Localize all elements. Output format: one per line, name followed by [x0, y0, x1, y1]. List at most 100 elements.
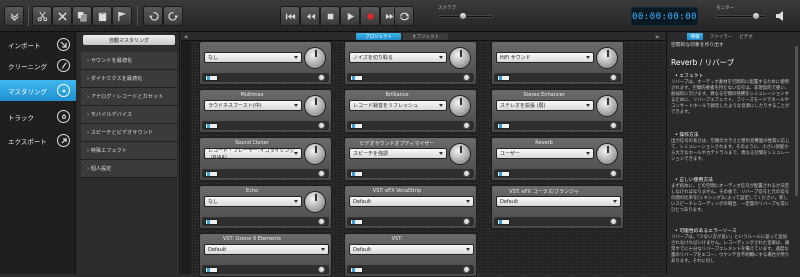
flag-icon[interactable]	[112, 6, 132, 26]
category-item[interactable]: › ダイナミクスを最適化	[81, 70, 177, 88]
info-content: 空間的な印象を作り出す Reverb / リバーブ • エフェクト リバーブは、…	[667, 43, 800, 274]
amount-knob[interactable]	[304, 143, 326, 165]
preset-dropdown[interactable]: Default	[349, 196, 474, 207]
bypass-toggle[interactable]	[350, 218, 363, 225]
settings-icon[interactable]	[318, 266, 325, 273]
category-item[interactable]: › アナログ・レコードとカセット	[81, 88, 177, 106]
speaker-icon[interactable]	[775, 10, 787, 24]
effect-card: Reverb ユーザー	[491, 137, 624, 181]
bypass-toggle[interactable]	[205, 218, 218, 225]
category-item[interactable]: › 特殊エフェクト	[81, 142, 177, 160]
settings-icon[interactable]	[610, 122, 617, 129]
settings-icon[interactable]	[318, 170, 325, 177]
settings-icon[interactable]	[318, 122, 325, 129]
record-icon[interactable]	[360, 6, 380, 26]
nav-item-export[interactable]: エクスポート	[0, 130, 76, 151]
amount-knob[interactable]	[449, 143, 471, 165]
settings-icon[interactable]	[318, 74, 325, 81]
tab-project[interactable]: プロジェクト	[356, 33, 401, 40]
bypass-toggle[interactable]	[350, 74, 363, 81]
menu-icon[interactable]	[4, 6, 24, 26]
amount-knob[interactable]	[449, 47, 471, 69]
delete-icon[interactable]	[52, 6, 72, 26]
settings-icon[interactable]	[463, 74, 470, 81]
card-footer	[347, 169, 474, 178]
preset-dropdown[interactable]: スピーチを強調	[349, 148, 447, 159]
bypass-toggle[interactable]	[497, 218, 510, 225]
settings-icon[interactable]	[318, 218, 325, 225]
category-item[interactable]: › スピーチとビデオサウンド	[81, 124, 177, 142]
redo-icon[interactable]	[163, 6, 183, 26]
preset-dropdown[interactable]: ユーザー	[496, 148, 594, 159]
amount-knob[interactable]	[596, 47, 618, 69]
category-item[interactable]: › 個人設定	[81, 160, 177, 178]
effect-card: Echo なし	[199, 185, 332, 229]
tab-filer[interactable]: ファイラー	[707, 33, 735, 40]
bypass-toggle[interactable]	[497, 74, 510, 81]
play-icon[interactable]	[340, 6, 360, 26]
settings-icon[interactable]	[463, 218, 470, 225]
preset-dropdown[interactable]: レコード録音をリフレッシュ	[349, 100, 447, 111]
settings-icon[interactable]	[463, 170, 470, 177]
amount-knob[interactable]	[596, 143, 618, 165]
preset-dropdown[interactable]: Default	[349, 244, 474, 255]
collapse-left-button[interactable]: «	[184, 33, 188, 41]
skip-start-icon[interactable]	[280, 6, 300, 26]
amount-knob[interactable]	[449, 95, 471, 117]
settings-icon[interactable]	[610, 74, 617, 81]
amount-knob[interactable]	[304, 191, 326, 213]
settings-icon[interactable]	[463, 266, 470, 273]
amount-knob[interactable]	[304, 47, 326, 69]
preset-dropdown[interactable]: ラウドネスブースト(中)	[204, 100, 302, 111]
bypass-toggle[interactable]	[350, 170, 363, 177]
bypass-toggle[interactable]	[205, 170, 218, 177]
card-footer	[347, 73, 474, 82]
cut-icon[interactable]	[32, 6, 52, 26]
auto-mastering-button[interactable]: 自動マスタリング	[83, 35, 175, 45]
info-scrollbar[interactable]	[795, 46, 798, 196]
bypass-toggle[interactable]	[497, 122, 510, 129]
preset-dropdown[interactable]: Default	[496, 196, 621, 207]
section-title: • 可能性のあるエラーソース	[675, 229, 737, 234]
category-item[interactable]: › モバイルデバイス	[81, 106, 177, 124]
nav-item-import[interactable]: インポート	[0, 34, 76, 55]
scrub-slider-thumb[interactable]	[459, 12, 467, 20]
rewind-icon[interactable]	[300, 6, 320, 26]
paste-icon[interactable]	[92, 6, 112, 26]
bypass-toggle[interactable]	[205, 74, 218, 81]
settings-icon[interactable]	[610, 218, 617, 225]
copy-icon[interactable]	[72, 6, 92, 26]
chevron-down-icon	[586, 56, 590, 59]
preset-dropdown[interactable]: ステレオを拡張 (弱)	[496, 100, 594, 111]
bypass-toggle[interactable]	[205, 122, 218, 129]
preset-dropdown[interactable]: ノイズを切り取る	[349, 52, 447, 63]
preset-dropdown[interactable]: Default	[204, 244, 329, 255]
preset-dropdown[interactable]: HiFi サウンド	[496, 52, 594, 63]
bypass-toggle[interactable]	[205, 266, 218, 273]
effect-title: Reverb	[535, 140, 553, 146]
monitor-slider-thumb[interactable]	[752, 12, 760, 20]
undo-icon[interactable]	[143, 6, 163, 26]
collapse-right-button[interactable]: »	[655, 33, 659, 41]
amount-knob[interactable]	[304, 95, 326, 117]
settings-icon[interactable]	[610, 170, 617, 177]
tab-info[interactable]: 情報	[687, 33, 703, 40]
bypass-toggle[interactable]	[350, 122, 363, 129]
preset-dropdown[interactable]: レコード・プレーヤー:イコライジング（RIAA）	[204, 148, 302, 161]
chevron-down-icon	[321, 248, 325, 251]
tab-video[interactable]: ビデオ	[737, 33, 755, 40]
amount-knob[interactable]	[596, 95, 618, 117]
preset-dropdown[interactable]: なし	[204, 196, 302, 207]
tab-object[interactable]: オブジェクト	[403, 33, 448, 40]
settings-icon[interactable]	[463, 122, 470, 129]
stop-icon[interactable]	[320, 6, 340, 26]
bypass-toggle[interactable]	[497, 170, 510, 177]
nav-item-track[interactable]: トラック	[0, 106, 76, 127]
bypass-toggle[interactable]	[350, 266, 363, 273]
preset-dropdown[interactable]: なし	[204, 52, 302, 63]
nav-item-cleaning[interactable]: クリーニング	[0, 55, 76, 76]
preset-value: ステレオを拡張 (弱)	[500, 103, 546, 109]
loop-icon[interactable]	[394, 6, 414, 26]
nav-item-mastering[interactable]: マスタリング	[0, 80, 76, 101]
category-item[interactable]: › サウンドを最適化	[81, 52, 177, 70]
